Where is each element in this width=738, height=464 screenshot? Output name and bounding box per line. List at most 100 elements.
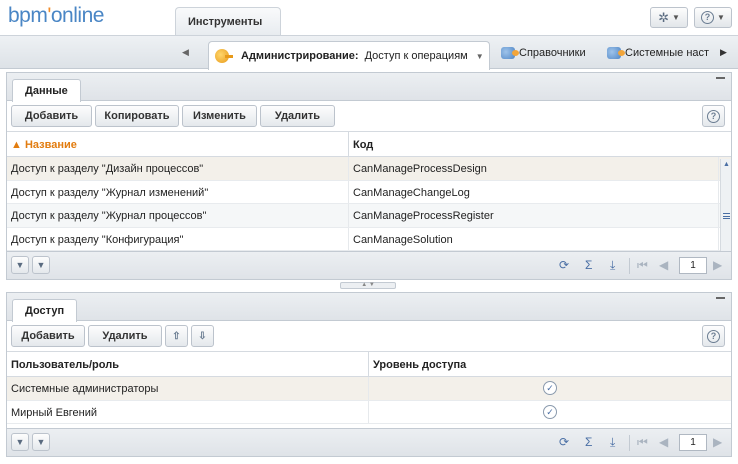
next-page-icon[interactable]: ▶ (713, 259, 722, 271)
column-header-code[interactable]: Код (349, 132, 719, 156)
table-row[interactable]: Мирный Евгений ✓ (7, 400, 731, 424)
help-button[interactable]: ? (702, 325, 725, 347)
grid-footer: ▼ ▼ ⟳ Σ ⤓ ⏮ ◀ 1 ▶ (7, 428, 731, 456)
cell-name: Доступ к разделу "Журнал изменений" (7, 180, 349, 203)
add-button[interactable]: Добавить (11, 325, 85, 347)
nav-scroll-right[interactable]: ▶ (720, 47, 727, 58)
sum-icon[interactable]: Σ (585, 259, 592, 271)
filter-lightning-icon: ▼ (36, 437, 46, 447)
chevron-down-icon: ▼ (671, 13, 680, 22)
nav-item-label: Системные наст (625, 47, 710, 59)
refresh-icon[interactable]: ⟳ (559, 259, 569, 271)
help-icon: ? (701, 11, 715, 24)
filter-icon: ▼ (15, 437, 25, 447)
access-toolbar: Добавить Удалить ⇧ ⇩ ? (7, 321, 731, 351)
nav-item-lookups[interactable]: Справочники (501, 47, 586, 59)
next-page-icon[interactable]: ▶ (713, 436, 722, 448)
column-header-name[interactable]: ▲ Название (7, 132, 349, 156)
separator (629, 435, 630, 451)
page-number-input[interactable]: 1 (679, 434, 707, 451)
cell-user-role: Мирный Евгений (7, 400, 369, 423)
cell-code: CanManageSolution (349, 227, 719, 250)
table-row[interactable]: Доступ к разделу "Дизайн процессов" CanM… (7, 157, 731, 181)
sum-icon[interactable]: Σ (585, 436, 592, 448)
help-button[interactable]: ? ▼ (694, 7, 732, 28)
help-icon: ? (707, 329, 720, 343)
help-icon: ? (707, 109, 720, 123)
settings-button[interactable]: ✲ ▼ (650, 7, 688, 28)
help-button[interactable]: ? (702, 105, 725, 127)
grid-header: Пользователь/роль Уровень доступа (7, 351, 731, 377)
arrow-up-icon: ⇧ (172, 330, 181, 342)
checkmark-icon[interactable]: ✓ (543, 381, 557, 395)
cell-code: CanManageProcessRegister (349, 204, 719, 227)
page-number-input[interactable]: 1 (679, 257, 707, 274)
separator (629, 258, 630, 274)
sort-asc-icon: ▲ (11, 139, 25, 151)
filter-button[interactable]: ▼ (11, 256, 29, 274)
scroll-thumb[interactable] (723, 213, 730, 219)
cell-user-role: Системные администраторы (7, 377, 369, 400)
panel-splitter[interactable]: ▲ ▼ (340, 282, 396, 289)
checkmark-icon[interactable]: ✓ (543, 404, 557, 419)
table-row[interactable]: Доступ к разделу "Журнал изменений" CanM… (7, 180, 731, 204)
grid-header: ▲ Название Код (7, 131, 731, 157)
key-icon (215, 49, 233, 63)
filter-button[interactable]: ▼ (11, 433, 29, 451)
access-panel: Доступ Добавить Удалить ⇧ ⇩ ? Пользовате… (6, 292, 732, 457)
data-toolbar: Добавить Копировать Изменить Удалить ? (7, 101, 731, 131)
cell-access-level: ✓ (369, 377, 731, 400)
vertical-scrollbar[interactable]: ▲ (720, 159, 731, 251)
export-icon[interactable]: ⤓ (610, 436, 615, 448)
table-row[interactable]: Доступ к разделу "Журнал процессов" CanM… (7, 204, 731, 228)
data-panel: Данные Добавить Копировать Изменить Удал… (6, 72, 732, 280)
tab-data[interactable]: Данные (12, 79, 81, 102)
puzzle-icon (501, 47, 519, 59)
nav-item-system-settings[interactable]: Системные наст (607, 47, 709, 59)
nav-active-sub: Доступ к операциям (364, 50, 468, 62)
cell-name: Доступ к разделу "Журнал процессов" (7, 204, 349, 227)
column-header-access-level[interactable]: Уровень доступа (369, 352, 731, 376)
first-page-icon[interactable]: ⏮ (637, 259, 648, 271)
move-up-button[interactable]: ⇧ (165, 325, 188, 347)
panel-tabbar: Данные (7, 73, 731, 102)
nav-active-label: Администрирование: (241, 50, 359, 62)
delete-button[interactable]: Удалить (88, 325, 162, 347)
refresh-icon[interactable]: ⟳ (559, 436, 569, 448)
collapse-icon[interactable] (716, 297, 725, 299)
scroll-up-icon[interactable]: ▲ (723, 161, 730, 168)
tab-tools[interactable]: Инструменты (175, 7, 281, 35)
prev-page-icon[interactable]: ◀ (659, 259, 668, 271)
cell-code: CanManageProcessDesign (349, 157, 719, 180)
table-row[interactable]: Доступ к разделу "Конфигурация" CanManag… (7, 227, 731, 251)
filter-icon: ▼ (15, 260, 25, 270)
column-header-user-role[interactable]: Пользователь/роль (7, 352, 369, 376)
first-page-icon[interactable]: ⏮ (637, 436, 648, 448)
chevron-down-icon: ▼ (717, 13, 725, 22)
prev-page-icon[interactable]: ◀ (659, 436, 668, 448)
nav-item-administration[interactable]: Администрирование: Доступ к операциям ▼ (208, 41, 490, 70)
app-header: bpm'online Инструменты ✲ ▼ ? ▼ ◀ Администр… (0, 0, 738, 70)
chevron-down-icon[interactable]: ▼ (476, 52, 484, 61)
cell-name: Доступ к разделу "Конфигурация" (7, 227, 349, 250)
tab-access[interactable]: Доступ (12, 299, 78, 322)
gear-icon: ✲ (658, 9, 669, 25)
section-navbar: ◀ Администрирование: Доступ к операциям … (0, 35, 738, 70)
filter-settings-button[interactable]: ▼ (32, 256, 50, 274)
filter-settings-button[interactable]: ▼ (32, 433, 50, 451)
edit-button[interactable]: Изменить (182, 105, 257, 127)
table-row[interactable]: Системные администраторы ✓ (7, 377, 731, 401)
export-icon[interactable]: ⤓ (610, 259, 615, 271)
arrow-down-icon: ⇩ (198, 330, 207, 342)
move-down-button[interactable]: ⇩ (191, 325, 214, 347)
nav-scroll-left[interactable]: ◀ (182, 47, 189, 58)
filter-lightning-icon: ▼ (36, 260, 46, 270)
grid-footer: ▼ ▼ ⟳ Σ ⤓ ⏮ ◀ 1 ▶ (7, 251, 731, 279)
logo: bpm'online (8, 4, 104, 27)
delete-button[interactable]: Удалить (260, 105, 335, 127)
cell-code: CanManageChangeLog (349, 180, 719, 203)
collapse-icon[interactable] (716, 77, 725, 79)
cell-name: Доступ к разделу "Дизайн процессов" (7, 157, 349, 180)
copy-button[interactable]: Копировать (95, 105, 179, 127)
add-button[interactable]: Добавить (11, 105, 92, 127)
